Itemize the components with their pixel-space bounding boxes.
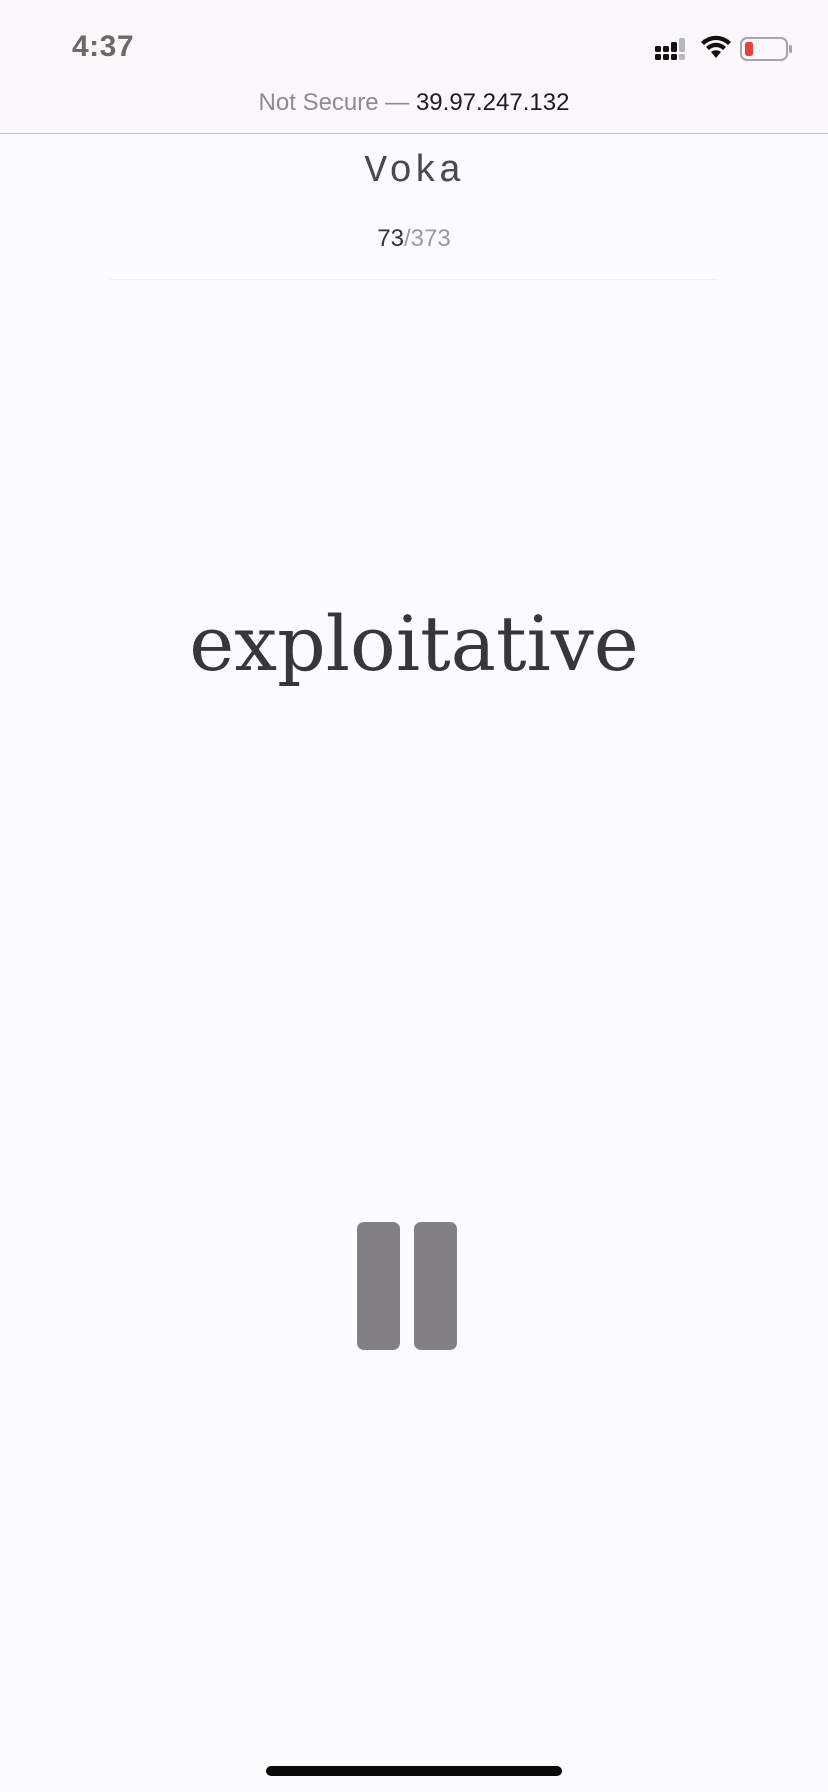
security-label: Not Secure — bbox=[258, 89, 410, 116]
signal-icon bbox=[655, 38, 685, 60]
progress-counter: 73/373 bbox=[0, 225, 828, 253]
progress-current: 73 bbox=[377, 225, 404, 252]
url-host: 39.97.247.132 bbox=[415, 89, 570, 116]
pause-button[interactable] bbox=[354, 1222, 458, 1350]
status-time: 4:37 bbox=[72, 30, 135, 63]
flashcard-word: exploitative bbox=[189, 599, 639, 688]
status-bar: 4:37 Not Secure — 39.97.247.132 bbox=[0, 0, 828, 134]
progress-separator: / bbox=[403, 225, 411, 252]
address-bar[interactable]: Not Secure — 39.97.247.132 bbox=[0, 89, 828, 117]
progress-total: 373 bbox=[410, 225, 451, 252]
home-indicator[interactable] bbox=[266, 1766, 562, 1776]
battery-icon bbox=[740, 37, 792, 61]
wifi-icon bbox=[701, 35, 731, 58]
app-title: Voka bbox=[364, 150, 464, 193]
pause-bar-left bbox=[357, 1222, 400, 1350]
pause-bar-right bbox=[414, 1222, 457, 1350]
header-divider bbox=[110, 279, 718, 280]
